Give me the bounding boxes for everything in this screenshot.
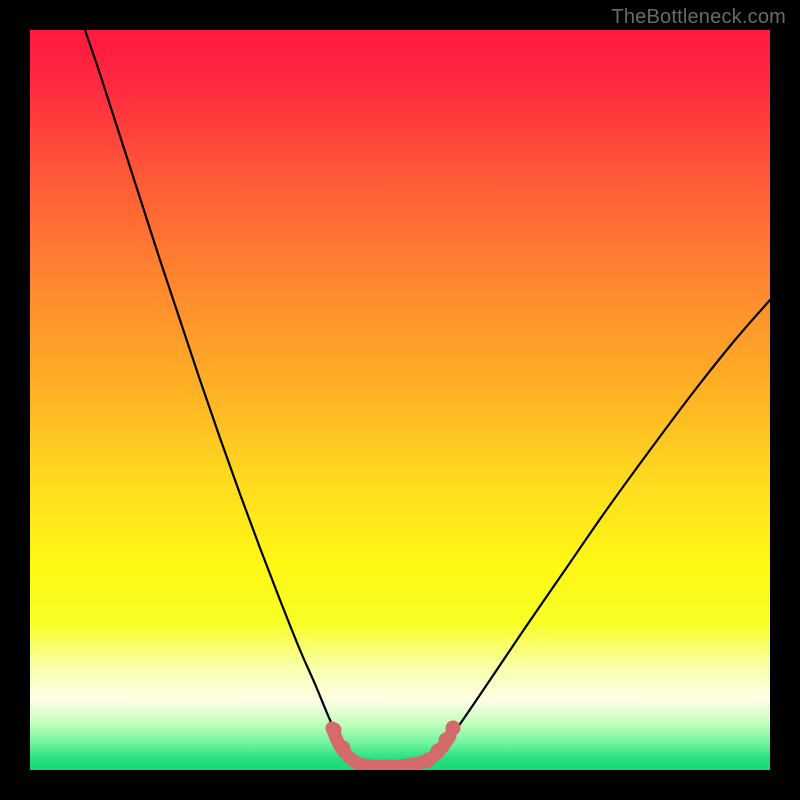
plot-area: [30, 30, 770, 770]
dot-left-1: [327, 723, 342, 738]
dot-left-2: [336, 741, 351, 756]
series-right-branch: [440, 300, 770, 750]
chart-stage: TheBottleneck.com: [0, 0, 800, 800]
series-left-branch: [85, 30, 344, 750]
dot-right-4: [446, 721, 461, 736]
curve-layer: [30, 30, 770, 770]
watermark-text: TheBottleneck.com: [611, 6, 786, 29]
series-group: [85, 30, 770, 766]
